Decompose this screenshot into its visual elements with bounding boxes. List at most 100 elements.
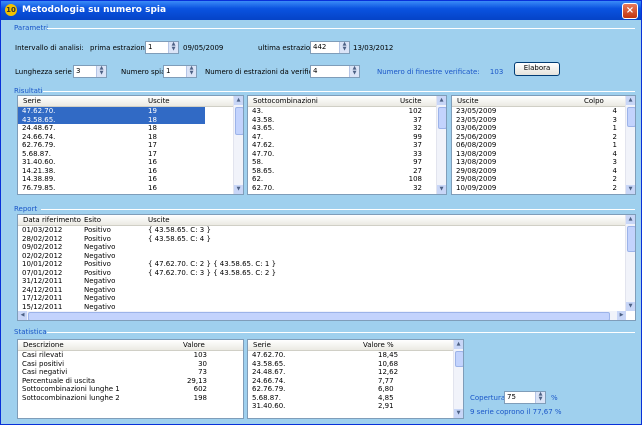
scroll-up-icon[interactable]: ▲ [626, 215, 635, 224]
list-row[interactable]: 43.58.65. 10,68 [248, 360, 453, 369]
spinner-arrows[interactable]: ▲ ▼ [535, 392, 545, 403]
spinner-arrows[interactable]: ▲ ▼ [186, 66, 196, 77]
list-row[interactable]: 03/06/2009 1 [452, 124, 625, 133]
scroll-up-icon[interactable]: ▲ [454, 340, 463, 349]
coverage-spinner[interactable]: 75 ▲ ▼ [504, 391, 546, 404]
app-icon[interactable]: 10 [5, 4, 17, 16]
list-row[interactable]: 43.65. 32 [248, 124, 436, 133]
list-row[interactable]: Sottocombinazioni lunghe 1 602 [18, 385, 243, 394]
list-row[interactable]: 23/05/2009 4 [452, 107, 625, 116]
list-row[interactable]: Sottocombinazioni lunghe 2 198 [18, 394, 243, 403]
last-draw-spinner[interactable]: 442 ▲ ▼ [310, 41, 350, 54]
spin-down-icon[interactable]: ▼ [97, 71, 106, 76]
report-list[interactable]: Data riferimento Esito Uscite 01/03/2012… [17, 214, 636, 321]
series-length-spinner[interactable]: 3 ▲ ▼ [73, 65, 107, 78]
stats-summary-list[interactable]: Descrizione Valore Casi rilevati 103 Casi … [17, 339, 244, 419]
col-header-uscite[interactable]: Uscite [400, 97, 422, 105]
col-header-uscite[interactable]: Uscite [148, 97, 170, 105]
list-row[interactable]: 24/12/2011 Negativo [18, 286, 625, 295]
title-bar[interactable]: 10 Metodologia su numero spia × [1, 1, 641, 20]
list-row[interactable]: Casi negativi 73 [18, 368, 243, 377]
spy-number-spinner[interactable]: 1 ▲ ▼ [163, 65, 197, 78]
col-header-uscite[interactable]: Uscite [148, 216, 170, 224]
series-list[interactable]: Serie Uscite 47.62.70. 19 43.58.65. 18 24.48… [17, 95, 244, 195]
list-row[interactable]: 31.40.60. 2,91 [248, 402, 453, 411]
report-list-hscrollbar[interactable]: ◀ ▶ [18, 311, 626, 320]
list-row[interactable]: 47.62.70. 19 [18, 107, 205, 116]
list-row[interactable]: 47.70. 33 [248, 150, 436, 159]
scroll-up-icon[interactable]: ▲ [626, 96, 635, 105]
spinner-arrows[interactable]: ▲ ▼ [168, 42, 178, 53]
list-row[interactable]: 29/08/2009 4 [452, 167, 625, 176]
list-row[interactable]: Casi positivi 30 [18, 360, 243, 369]
list-row[interactable]: 5.68.87. 17 [18, 150, 205, 159]
list-row[interactable]: 47. 99 [248, 133, 436, 142]
spinner-arrows[interactable]: ▲ ▼ [339, 42, 349, 53]
list-row[interactable]: 13/08/2009 3 [452, 158, 625, 167]
col-header-valore[interactable]: Valore [183, 341, 205, 349]
col-header-descrizione[interactable]: Descrizione [23, 341, 64, 349]
list-row[interactable]: 02/02/2012 Negativo [18, 252, 625, 261]
col-header-colpo[interactable]: Colpo [584, 97, 604, 105]
list-row[interactable]: 62.76.79. 6,80 [248, 385, 453, 394]
spin-down-icon[interactable]: ▼ [350, 71, 359, 76]
list-row[interactable]: 47.62. 37 [248, 141, 436, 150]
list-row[interactable]: 62.70. 32 [248, 184, 436, 193]
list-row[interactable]: 47.62.70. 18,45 [248, 351, 453, 360]
spin-down-icon[interactable]: ▼ [340, 47, 349, 52]
scroll-down-icon[interactable]: ▼ [626, 302, 635, 311]
col-header-valore-pct[interactable]: Valore % [363, 341, 394, 349]
list-row[interactable]: 23/05/2009 3 [452, 116, 625, 125]
col-header-data-riferimento[interactable]: Data riferimento [23, 216, 81, 224]
list-row[interactable]: 13/08/2009 4 [452, 150, 625, 159]
list-row[interactable]: 15/12/2011 Negativo [18, 303, 625, 312]
list-row[interactable]: 24.48.67. 12,62 [248, 368, 453, 377]
spin-down-icon[interactable]: ▼ [187, 71, 196, 76]
scroll-down-icon[interactable]: ▼ [626, 185, 635, 194]
col-header-serie[interactable]: Serie [253, 341, 271, 349]
scroll-left-icon[interactable]: ◀ [18, 311, 27, 320]
subcombinations-list[interactable]: Sottocombinazioni Uscite 43. 102 43.58. 37 4… [247, 95, 447, 195]
run-button[interactable]: Elabora [514, 62, 560, 76]
draws-to-check-spinner[interactable]: 4 ▲ ▼ [310, 65, 360, 78]
scroll-thumb[interactable] [235, 107, 243, 135]
list-row[interactable]: 62.76.79. 17 [18, 141, 205, 150]
list-row[interactable]: 07/01/2012 Positivo { 47.62.70. C: 3 } { 4… [18, 269, 625, 278]
list-row[interactable]: 24.48.67. 18 [18, 124, 205, 133]
col-header-serie[interactable]: Serie [23, 97, 41, 105]
scroll-thumb[interactable] [438, 107, 446, 129]
report-list-vscrollbar[interactable]: ▲ ▼ [625, 215, 635, 311]
list-row[interactable]: 17/12/2011 Negativo [18, 294, 625, 303]
first-draw-spinner[interactable]: 1 ▲ ▼ [145, 41, 179, 54]
list-row[interactable]: 5.68.87. 4,85 [248, 394, 453, 403]
list-row[interactable]: 06/08/2009 1 [452, 141, 625, 150]
col-header-uscite[interactable]: Uscite [457, 97, 479, 105]
subcombinations-list-scrollbar[interactable]: ▲ ▼ [436, 96, 446, 194]
list-row[interactable]: 31/12/2011 Negativo [18, 277, 625, 286]
list-row[interactable]: 43. 102 [248, 107, 436, 116]
close-button[interactable]: × [622, 3, 638, 19]
list-row[interactable]: 10/01/2012 Positivo { 47.62.70. C: 2 } { 4… [18, 260, 625, 269]
spinner-arrows[interactable]: ▲ ▼ [96, 66, 106, 77]
list-row[interactable]: 09/02/2012 Negativo [18, 243, 625, 252]
list-row[interactable]: 25/06/2009 2 [452, 133, 625, 142]
list-row[interactable]: 10/09/2009 2 [452, 184, 625, 193]
scroll-thumb[interactable] [627, 226, 635, 252]
list-row[interactable]: 58.65. 27 [248, 167, 436, 176]
outputs-list[interactable]: Uscite Colpo 23/05/2009 4 23/05/2009 3 03/06… [451, 95, 636, 195]
list-row[interactable]: 28/02/2012 Positivo { 43.58.65. C: 4 } [18, 235, 625, 244]
scroll-up-icon[interactable]: ▲ [437, 96, 446, 105]
list-row[interactable]: Casi rilevati 103 [18, 351, 243, 360]
list-row[interactable]: 24.66.74. 18 [18, 133, 205, 142]
list-row[interactable]: 62. 108 [248, 175, 436, 184]
list-row[interactable]: 58. 97 [248, 158, 436, 167]
series-percentage-scrollbar[interactable]: ▲ ▼ [453, 340, 463, 418]
scroll-thumb[interactable] [627, 107, 635, 127]
series-percentage-list[interactable]: Serie Valore % 47.62.70. 18,45 43.58.65. 10… [247, 339, 464, 419]
list-row[interactable]: 29/08/2009 2 [452, 175, 625, 184]
list-row[interactable]: 24.66.74. 7,77 [248, 377, 453, 386]
col-header-sottocombinazioni[interactable]: Sottocombinazioni [253, 97, 318, 105]
scroll-right-icon[interactable]: ▶ [617, 311, 626, 320]
list-row[interactable]: 31.40.60. 16 [18, 158, 205, 167]
scroll-down-icon[interactable]: ▼ [454, 409, 463, 418]
